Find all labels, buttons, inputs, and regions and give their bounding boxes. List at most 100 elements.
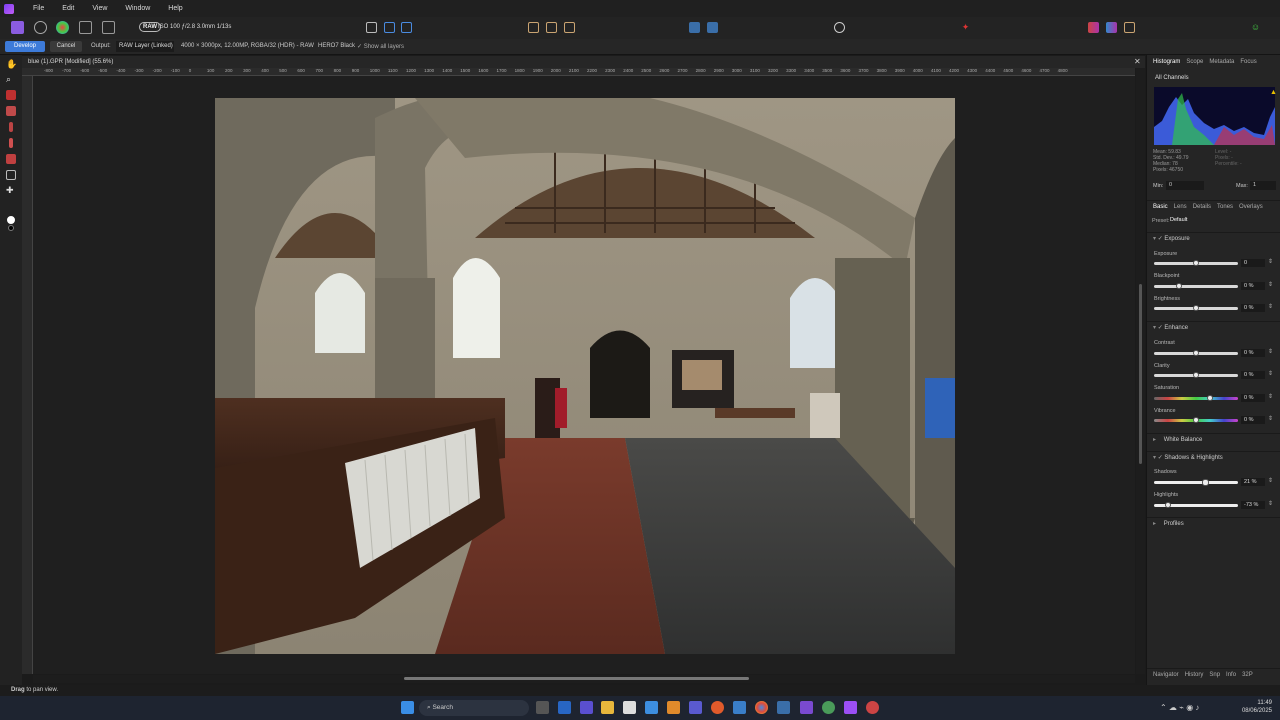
vibrance-slider[interactable] (1154, 417, 1238, 423)
exposure-value[interactable]: 0 (1241, 259, 1265, 267)
vertical-scrollbar[interactable] (1136, 68, 1145, 674)
show-all-layers-checkbox[interactable]: ✓ Show all layers (357, 43, 404, 50)
system-tray-icons[interactable]: ⌃ ☁ ⌁ ◉ ♪ (1160, 703, 1199, 712)
min-input[interactable]: 0 (1166, 181, 1204, 190)
tab-details[interactable]: Details (1193, 204, 1211, 210)
brightness-slider[interactable] (1154, 305, 1238, 311)
tab-histogram[interactable]: Histogram (1153, 59, 1180, 65)
horizontal-scrollbar[interactable] (33, 675, 1135, 683)
white-balance-section-header[interactable]: ▸ White Balance (1147, 433, 1280, 445)
enable-checkbox[interactable]: ✓ (1158, 455, 1163, 461)
contrast-slider[interactable] (1154, 350, 1238, 356)
brush-tool-icon[interactable] (6, 106, 16, 116)
vibrance-spinner-icon[interactable]: ⇕ (1268, 415, 1273, 422)
document-tab[interactable]: blue (1).GPR [Modified] (55.6%) (22, 56, 1145, 68)
split-view-icon[interactable] (384, 22, 395, 33)
slider-knob[interactable] (1207, 395, 1213, 401)
raw-photo-church-interior[interactable] (215, 98, 955, 654)
app-icon-6[interactable] (777, 701, 790, 714)
tone-mapping-persona-icon[interactable] (79, 21, 92, 34)
preset-select[interactable]: Default (1170, 216, 1275, 225)
clipping-shadows-icon[interactable] (546, 22, 557, 33)
highlights-value[interactable]: -73 % (1241, 501, 1265, 509)
tab-32p[interactable]: 32P (1242, 672, 1253, 678)
enable-checkbox[interactable]: ✓ (1158, 236, 1163, 242)
contrast-value[interactable]: 0 % (1241, 349, 1265, 357)
clipping-tones-icon[interactable] (564, 22, 575, 33)
slider-knob[interactable] (1193, 305, 1199, 311)
develop-persona-icon[interactable] (56, 21, 69, 34)
slider-knob[interactable] (1193, 260, 1199, 266)
secondary-color-swatch[interactable] (8, 225, 14, 231)
crop-tool-icon[interactable] (6, 170, 16, 180)
chrome-icon[interactable] (755, 701, 768, 714)
shadows-value[interactable]: 21 % (1241, 478, 1265, 486)
develop-button[interactable]: Develop (5, 41, 45, 52)
profiles-section-header[interactable]: ▸ Profiles (1147, 517, 1280, 529)
hand-tool-icon[interactable]: ✋ (6, 59, 17, 69)
vertical-scroll-thumb[interactable] (1139, 284, 1142, 464)
teams-icon[interactable] (689, 701, 702, 714)
primary-color-swatch[interactable] (6, 215, 16, 225)
max-input[interactable]: 1 (1250, 181, 1276, 190)
clock[interactable]: 11:49 08/06/2025 (1236, 699, 1272, 715)
tab-lens[interactable]: Lens (1174, 204, 1187, 210)
zoom-tool-icon[interactable]: ⌕ (6, 74, 16, 84)
app-icon-9[interactable] (866, 701, 879, 714)
shadows-slider[interactable] (1154, 479, 1238, 486)
app-icon-7[interactable] (800, 701, 813, 714)
clipping-highlights-icon[interactable] (528, 22, 539, 33)
brightness-value[interactable]: 0 % (1241, 304, 1265, 312)
firefox-icon[interactable] (711, 701, 724, 714)
contrast-spinner-icon[interactable]: ⇕ (1268, 348, 1273, 355)
slider-knob[interactable] (1165, 502, 1171, 508)
horizontal-scroll-thumb[interactable] (404, 677, 749, 680)
tab-scope[interactable]: Scope (1186, 59, 1203, 65)
app-icon-3[interactable] (623, 701, 636, 714)
slider-knob[interactable] (1193, 417, 1199, 423)
cancel-button[interactable]: Cancel (50, 41, 82, 52)
menu-edit[interactable]: Edit (62, 5, 74, 12)
highlights-spinner-icon[interactable]: ⇕ (1268, 500, 1273, 507)
menu-window[interactable]: Window (125, 5, 150, 12)
enable-checkbox[interactable]: ✓ (1158, 325, 1163, 331)
brightness-spinner-icon[interactable]: ⇕ (1268, 303, 1273, 310)
view-mode-icon[interactable] (366, 22, 377, 33)
distribute-icon[interactable] (707, 22, 718, 33)
affinity-photo-taskbar-icon[interactable] (844, 701, 857, 714)
menu-file[interactable]: File (33, 5, 44, 12)
blackpoint-spinner-icon[interactable]: ⇕ (1268, 281, 1273, 288)
highlights-slider[interactable] (1154, 502, 1238, 508)
taskbar-search[interactable]: ⌕ Search (419, 700, 529, 716)
saturation-value[interactable]: 0 % (1241, 394, 1265, 402)
slider-knob[interactable] (1193, 350, 1199, 356)
close-document-icon[interactable]: ✕ (1134, 57, 1141, 66)
tab-history[interactable]: History (1185, 672, 1204, 678)
clarity-spinner-icon[interactable]: ⇕ (1268, 370, 1273, 377)
exposure-slider[interactable] (1154, 260, 1238, 266)
tab-snapshots[interactable]: Snp (1209, 672, 1220, 678)
account-icon[interactable]: ☺ (1250, 22, 1261, 33)
file-explorer-icon[interactable] (601, 701, 614, 714)
quick-mask-icon[interactable] (1088, 22, 1099, 33)
menu-help[interactable]: Help (168, 5, 182, 12)
saturation-spinner-icon[interactable]: ⇕ (1268, 393, 1273, 400)
enhance-section-header[interactable]: ▾ ✓ Enhance (1147, 321, 1280, 333)
app-icon-5[interactable] (733, 701, 746, 714)
erase-brush-tool-icon[interactable] (9, 122, 13, 132)
photo-persona-icon[interactable] (11, 21, 24, 34)
slider-knob[interactable] (1202, 479, 1209, 486)
snapping-icon[interactable]: ✦ (960, 22, 971, 33)
liquify-persona-icon[interactable] (34, 21, 47, 34)
export-persona-icon[interactable] (102, 21, 115, 34)
start-icon[interactable] (401, 701, 414, 714)
saturation-slider[interactable] (1154, 395, 1238, 401)
exposure-spinner-icon[interactable]: ⇕ (1268, 258, 1273, 265)
blemish-tool-icon[interactable]: ✚ (6, 185, 16, 195)
tab-metadata[interactable]: Metadata (1209, 59, 1234, 65)
tab-basic[interactable]: Basic (1153, 204, 1168, 210)
exposure-section-header[interactable]: ▾ ✓ Exposure (1147, 232, 1280, 244)
slider-knob[interactable] (1193, 372, 1199, 378)
menu-view[interactable]: View (92, 5, 107, 12)
blackpoint-value[interactable]: 0 % (1241, 282, 1265, 290)
